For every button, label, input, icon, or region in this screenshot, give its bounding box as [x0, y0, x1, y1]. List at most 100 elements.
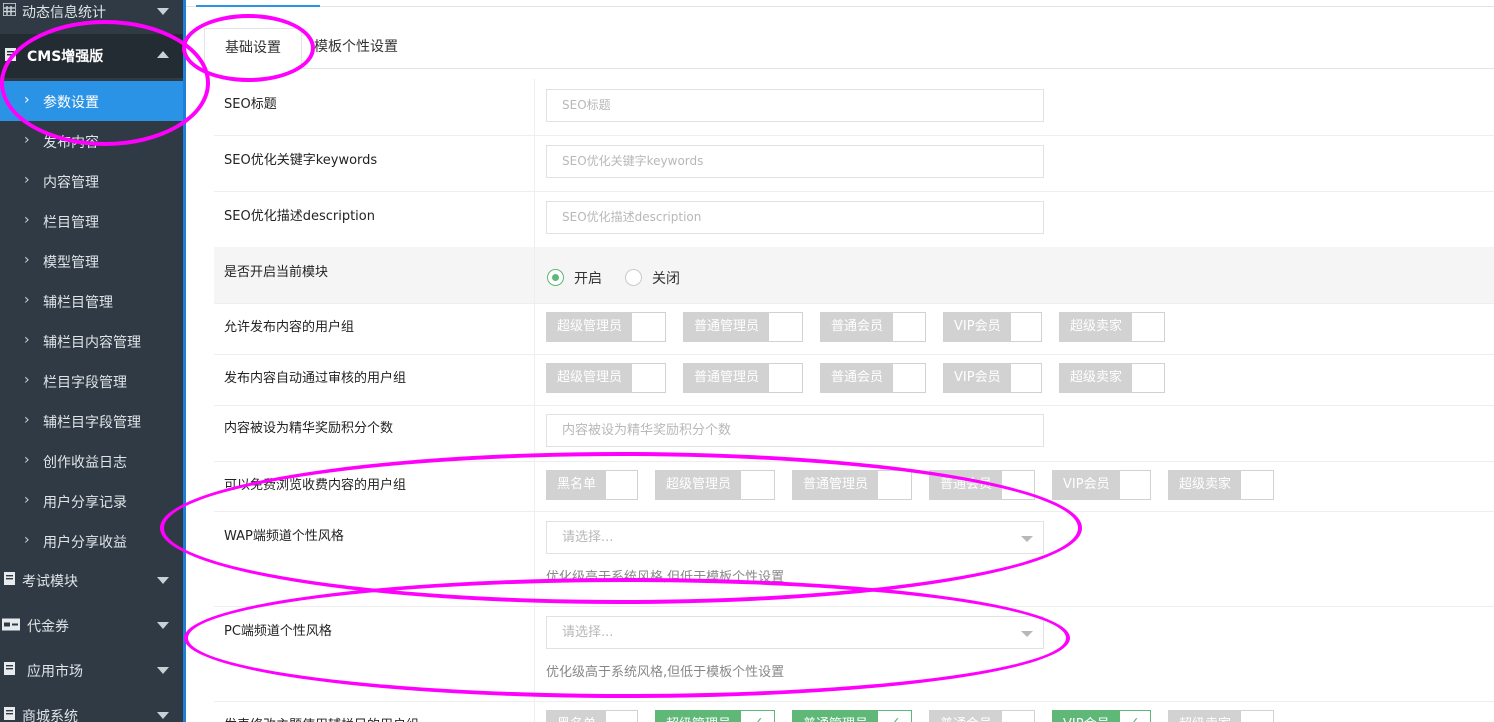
- sidebar-item-aux-content[interactable]: › 辅栏目内容管理: [0, 321, 183, 361]
- sidebar-group-label: 考试模块: [22, 574, 78, 590]
- essence-points-input[interactable]: 内容被设为精华奖励积分个数: [546, 414, 1044, 447]
- checkbox-admin[interactable]: 普通管理员: [792, 710, 912, 722]
- checkbox-blacklist[interactable]: 黑名单: [546, 470, 638, 500]
- checkbox-super-seller[interactable]: 超级卖家: [1059, 312, 1165, 342]
- sidebar-item-share-records[interactable]: › 用户分享记录: [0, 481, 183, 521]
- form-row-seo-keywords: SEO优化关键字keywords SEO优化关键字keywords: [214, 135, 1494, 192]
- sidebar-item-content[interactable]: › 内容管理: [0, 161, 183, 201]
- field-label: WAP端频道个性风格: [224, 529, 344, 544]
- chevron-right-icon: ›: [24, 372, 30, 388]
- chevron-right-icon: ›: [24, 212, 30, 228]
- select-placeholder: 请选择...: [562, 625, 614, 640]
- sidebar-group-mall[interactable]: 商城系统: [0, 694, 183, 722]
- checkbox-label: VIP会员: [1053, 471, 1120, 499]
- top-divider: [186, 6, 1494, 7]
- seo-keywords-input[interactable]: SEO优化关键字keywords: [546, 145, 1044, 178]
- wap-style-select[interactable]: 请选择...: [546, 521, 1044, 554]
- checkbox-super-seller[interactable]: 超级卖家: [1168, 710, 1274, 722]
- sidebar-item-publish[interactable]: › 发布内容: [0, 121, 183, 161]
- checkbox-admin[interactable]: 普通管理员: [792, 470, 912, 500]
- tab-template-settings[interactable]: 模板个性设置: [314, 28, 398, 68]
- checkbox-super-admin[interactable]: 超级管理员: [655, 470, 775, 500]
- seo-title-input[interactable]: SEO标题: [546, 89, 1044, 122]
- checkbox-box: [635, 364, 665, 392]
- row-divider: [534, 79, 535, 135]
- form-row-seo-description: SEO优化描述description SEO优化描述description: [214, 191, 1494, 248]
- sidebar-item-label: 辅栏目内容管理: [43, 335, 141, 351]
- row-divider: [534, 405, 535, 461]
- field-label: 发布内容自动通过审核的用户组: [224, 371, 407, 386]
- checkbox-super-seller[interactable]: 超级卖家: [1168, 470, 1274, 500]
- checkbox-super-admin[interactable]: 超级管理员: [546, 363, 666, 393]
- sidebar-group-label: CMS增强版: [27, 49, 104, 65]
- checkbox-blacklist[interactable]: 黑名单: [546, 710, 638, 722]
- checkbox-box: [1243, 471, 1273, 499]
- chevron-right-icon: ›: [24, 412, 30, 428]
- sidebar-item-share-earnings[interactable]: › 用户分享收益: [0, 521, 183, 561]
- field-label: 是否开启当前模块: [224, 265, 329, 280]
- sidebar-group-app-market[interactable]: 应用市场: [0, 649, 183, 693]
- checkbox-super-admin[interactable]: 超级管理员: [655, 710, 775, 722]
- sidebar-item-aux-columns[interactable]: › 辅栏目管理: [0, 281, 183, 321]
- row-divider: [534, 701, 535, 722]
- sidebar-item-column-fields[interactable]: › 栏目字段管理: [0, 361, 183, 401]
- pc-style-select[interactable]: 请选择...: [546, 616, 1044, 649]
- sidebar-item-aux-fields[interactable]: › 辅栏目字段管理: [0, 401, 183, 441]
- sidebar-item-earnings-log[interactable]: › 创作收益日志: [0, 441, 183, 481]
- chevron-right-icon: ›: [24, 252, 30, 268]
- sidebar-group-cms[interactable]: CMS增强版: [0, 34, 183, 78]
- checkbox-super-seller[interactable]: 超级卖家: [1059, 363, 1165, 393]
- document-icon: [4, 662, 15, 675]
- checkbox-member[interactable]: 普通会员: [820, 312, 926, 342]
- row-divider: [534, 303, 535, 354]
- sidebar-group-exam[interactable]: 考试模块: [0, 559, 183, 603]
- checkbox-member[interactable]: 普通会员: [929, 470, 1035, 500]
- checkbox-member[interactable]: 普通会员: [929, 710, 1035, 722]
- checkbox-box: [1120, 711, 1150, 722]
- select-placeholder: 请选择...: [562, 530, 614, 545]
- form-row-module-enabled: 是否开启当前模块 开启 关闭: [214, 247, 1494, 304]
- checkbox-box: [772, 313, 802, 341]
- document-icon: [5, 48, 16, 61]
- caret-down-icon: [157, 667, 169, 674]
- document-icon: [4, 572, 15, 585]
- sidebar-group-label: 商城系统: [22, 709, 78, 722]
- main-content: 基础设置 模板个性设置 SEO标题 SEO标题 SEO优化关键字keywords…: [186, 0, 1494, 722]
- sidebar-item-label: 用户分享记录: [43, 495, 127, 511]
- sidebar-item-models[interactable]: › 模型管理: [0, 241, 183, 281]
- field-label: 可以免费浏览收费内容的用户组: [224, 478, 407, 493]
- sidebar-item-label: 辅栏目字段管理: [43, 415, 141, 431]
- checkbox-admin[interactable]: 普通管理员: [683, 363, 803, 393]
- checkbox-vip[interactable]: VIP会员: [943, 312, 1042, 342]
- chevron-right-icon: ›: [24, 332, 30, 348]
- chevron-right-icon: ›: [24, 132, 30, 148]
- checkbox-box: [635, 313, 665, 341]
- sidebar-group-label: 动态信息统计: [22, 5, 106, 21]
- sidebar-item-label: 用户分享收益: [43, 535, 127, 551]
- checkbox-box: [1134, 313, 1164, 341]
- sidebar-group-stats[interactable]: 动态信息统计: [0, 0, 183, 34]
- checkbox-label: 黑名单: [547, 471, 607, 499]
- sidebar-group-coupon[interactable]: 代金券: [0, 604, 183, 648]
- checkbox-label: 超级管理员: [547, 364, 633, 392]
- checkbox-label: 普通会员: [930, 471, 1003, 499]
- sidebar-item-params[interactable]: › 参数设置: [0, 81, 183, 121]
- checkbox-label: 普通会员: [930, 711, 1003, 722]
- form-row-wap-style: WAP端频道个性风格 请选择... 优化级高于系统风格,但低于模板个性设置: [214, 511, 1494, 607]
- field-label: 发表修改主题使用辅栏目的用户组: [224, 714, 419, 722]
- tab-basic-settings[interactable]: 基础设置: [204, 28, 302, 70]
- seo-description-input[interactable]: SEO优化描述description: [546, 201, 1044, 234]
- checkbox-vip[interactable]: VIP会员: [943, 363, 1042, 393]
- checkbox-super-admin[interactable]: 超级管理员: [546, 312, 666, 342]
- checkbox-vip[interactable]: VIP会员: [1052, 470, 1151, 500]
- checkbox-box: [744, 471, 774, 499]
- sidebar-item-columns[interactable]: › 栏目管理: [0, 201, 183, 241]
- checkbox-box: [1004, 711, 1034, 722]
- row-divider: [534, 191, 535, 247]
- form-row-pc-style: PC端频道个性风格 请选择... 优化级高于系统风格,但低于模板个性设置: [214, 606, 1494, 702]
- checkbox-vip[interactable]: VIP会员: [1052, 710, 1151, 722]
- checkbox-label: 超级卖家: [1060, 364, 1133, 392]
- checkbox-member[interactable]: 普通会员: [820, 363, 926, 393]
- checkbox-admin[interactable]: 普通管理员: [683, 312, 803, 342]
- checkbox-label: VIP会员: [944, 364, 1011, 392]
